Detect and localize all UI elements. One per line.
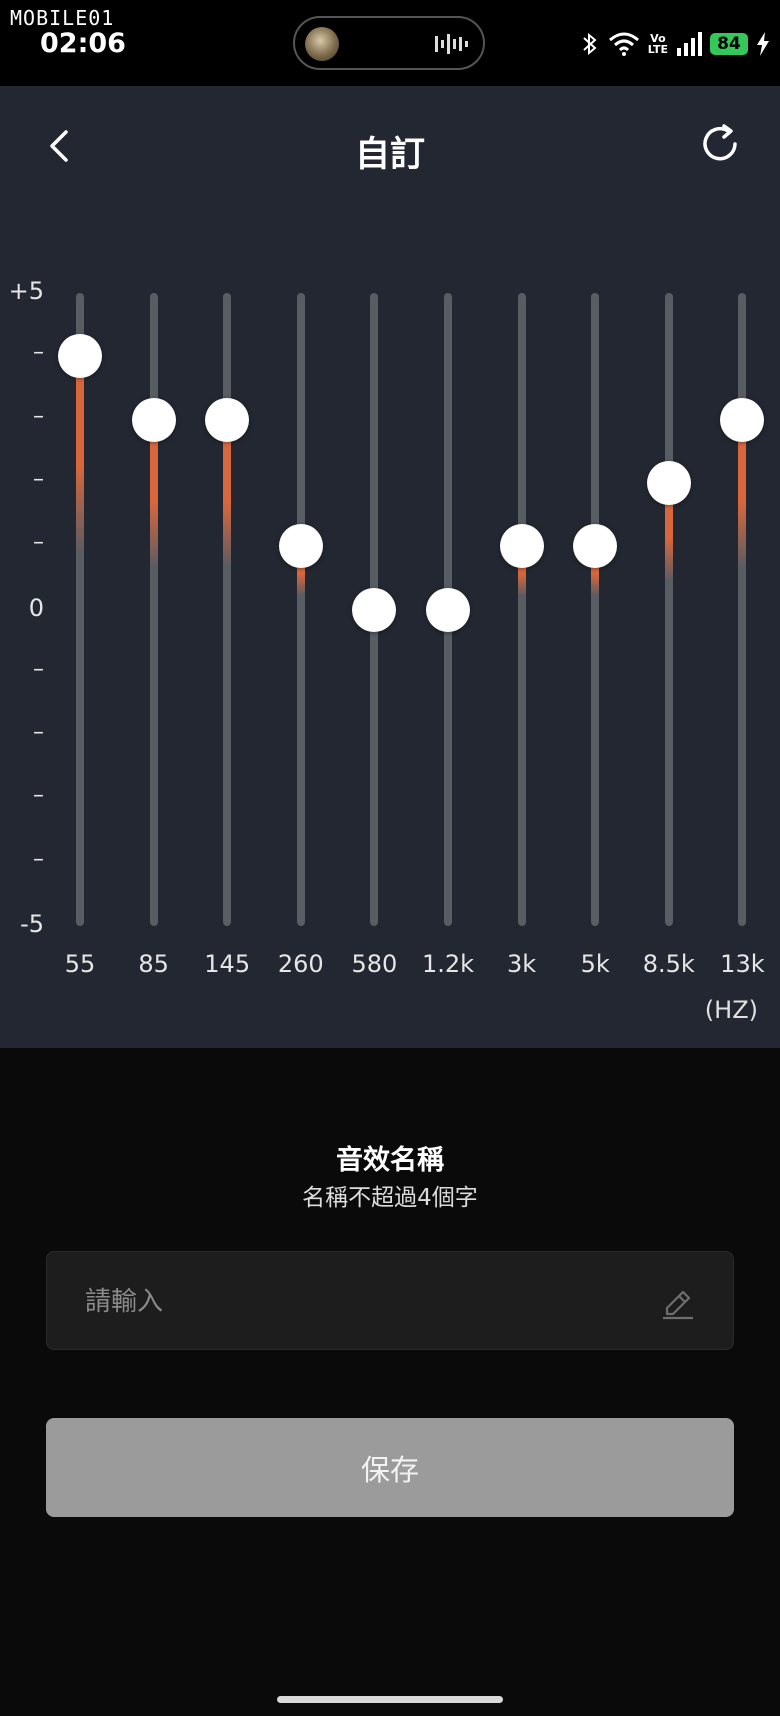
album-art-thumbnail [305, 27, 339, 61]
battery-icon: 84 [710, 33, 748, 55]
eq-slider-knob[interactable] [131, 397, 176, 442]
audio-wave-icon [435, 34, 468, 54]
signal-icon [677, 32, 702, 56]
y-axis-label: -5 [20, 910, 44, 938]
preset-name-field[interactable] [46, 1251, 734, 1350]
y-axis-label: – [33, 656, 44, 682]
eq-slider-knob[interactable] [278, 524, 323, 569]
charging-icon [757, 32, 769, 56]
y-axis-label: – [33, 530, 44, 556]
y-axis-label: – [33, 846, 44, 872]
eq-slider-track[interactable] [223, 293, 232, 926]
y-axis-label: – [33, 466, 44, 492]
y-axis-label: – [33, 783, 44, 809]
eq-slider-knob[interactable] [646, 460, 691, 505]
eq-slider-track[interactable] [296, 293, 305, 926]
wifi-icon [608, 32, 639, 56]
status-time: 02:06 [40, 28, 126, 59]
watermark-logo: MOBILE01 [10, 6, 115, 30]
y-axis-label: – [33, 720, 44, 746]
eq-slider-track[interactable] [149, 293, 158, 926]
preset-name-hint: 名稱不超過4個字 [302, 1185, 478, 1211]
status-icons: Vo LTE 84 [580, 24, 770, 64]
eq-slider-knob[interactable] [499, 524, 544, 569]
y-axis-label: +5 [8, 277, 44, 305]
eq-slider-track[interactable] [664, 293, 673, 926]
equalizer-panel: 自訂 [0, 86, 780, 1048]
status-bar: MOBILE01 02:06 Vo LTE 84 [0, 0, 780, 86]
eq-slider-knob[interactable] [720, 397, 765, 442]
volte-icon: Vo LTE [647, 32, 668, 56]
bluetooth-icon [583, 32, 597, 56]
eq-slider-knob[interactable] [352, 587, 397, 632]
y-axis-label: 0 [28, 593, 44, 622]
y-axis-label: – [33, 340, 44, 366]
eq-slider-fill [223, 419, 232, 568]
y-axis-label: – [33, 403, 44, 429]
eq-slider-knob[interactable] [426, 587, 470, 632]
dynamic-island[interactable] [293, 16, 485, 70]
page-title: 自訂 [354, 135, 425, 175]
preset-name-input[interactable] [83, 1276, 647, 1328]
eq-slider-knob[interactable] [58, 334, 102, 379]
eq-slider-fill [76, 356, 84, 554]
eq-slider-fill [738, 419, 747, 568]
save-button[interactable]: 保存 [46, 1418, 734, 1517]
preset-name-title: 音效名稱 [336, 1145, 444, 1176]
eq-slider-track[interactable] [591, 293, 600, 926]
eq-slider-fill [149, 419, 158, 568]
frequency-label: 13k [720, 950, 765, 978]
eq-slider-knob[interactable] [205, 397, 250, 442]
refresh-icon[interactable] [698, 122, 742, 166]
eq-slider-track[interactable] [517, 293, 526, 926]
eq-slider-track[interactable] [738, 293, 747, 926]
edit-icon[interactable] [661, 1284, 695, 1320]
frequency-unit: (HZ) [704, 996, 758, 1024]
home-indicator[interactable] [277, 1696, 503, 1703]
